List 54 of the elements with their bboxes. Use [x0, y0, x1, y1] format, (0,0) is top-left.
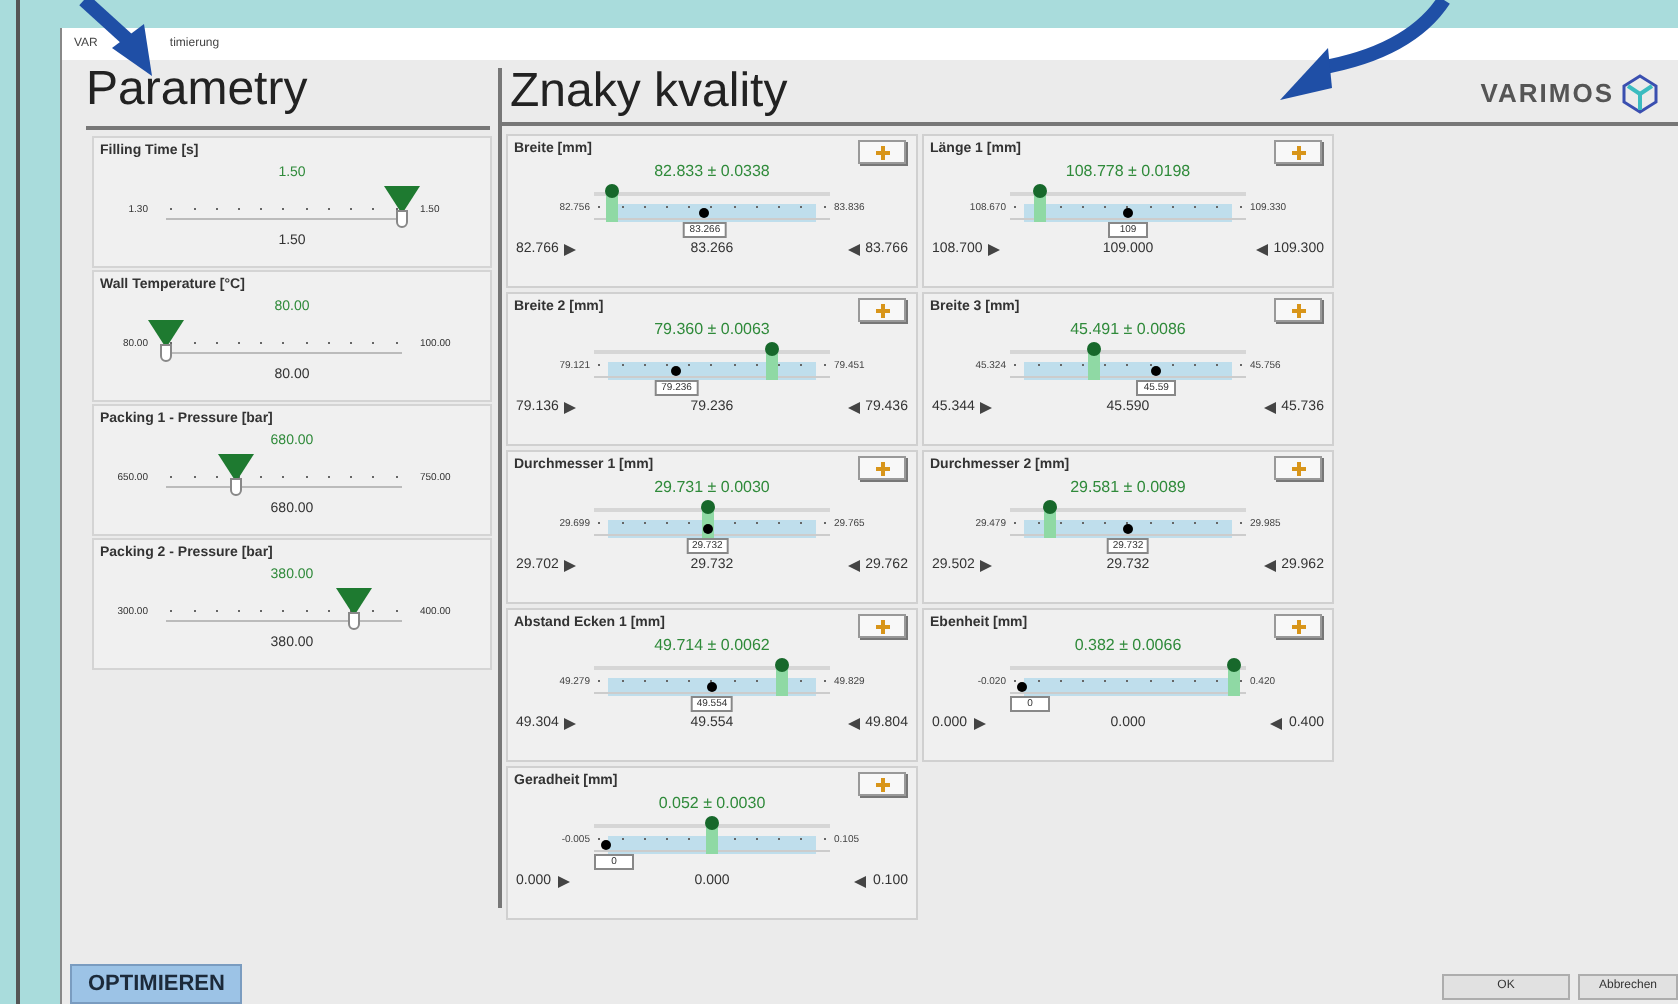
section-title: Znaky kvality [510, 62, 788, 122]
estimate-value: 45.491 ± 0.0086 [1070, 318, 1186, 342]
plus-icon [875, 619, 889, 633]
slider-thumb[interactable] [230, 478, 243, 496]
plus-icon [1291, 619, 1305, 633]
limit-arrow-icon [564, 718, 577, 731]
add-button[interactable] [1274, 614, 1322, 638]
plus-icon [875, 461, 889, 475]
estimate-value: 29.731 ± 0.0030 [654, 476, 770, 500]
limit-arrow-icon [980, 402, 993, 415]
limit-arrow-icon [564, 244, 577, 257]
logo-icon [1622, 74, 1658, 114]
add-button[interactable] [1274, 298, 1322, 322]
plus-icon [1291, 145, 1305, 159]
add-button[interactable] [1274, 456, 1322, 480]
estimate-value: 0.052 ± 0.0030 [658, 792, 766, 816]
plus-icon [875, 303, 889, 317]
slider-thumb[interactable] [396, 210, 408, 228]
limit-arrow-icon [564, 402, 577, 415]
estimate-value: 82.833 ± 0.0338 [654, 160, 770, 184]
add-button[interactable] [858, 614, 906, 638]
add-button[interactable] [858, 298, 906, 322]
add-button[interactable] [858, 456, 906, 480]
estimate-value: 49.714 ± 0.0062 [654, 634, 770, 658]
limit-arrow-icon [847, 560, 860, 573]
limit-arrow-icon [847, 718, 860, 731]
limit-arrow-icon [1263, 560, 1276, 573]
slider-thumb[interactable] [160, 344, 172, 362]
add-button[interactable] [1274, 140, 1322, 164]
plus-icon [875, 145, 889, 159]
limit-arrow-icon [854, 876, 867, 889]
estimate-value: 29.581 ± 0.0089 [1070, 476, 1186, 500]
limit-arrow-icon [847, 402, 860, 415]
limit-arrow-icon [1263, 402, 1276, 415]
section-title: Parametry [86, 60, 308, 120]
limit-arrow-icon [1270, 718, 1283, 731]
limit-arrow-icon [1255, 244, 1268, 257]
limit-arrow-icon [980, 560, 993, 573]
limit-arrow-icon [557, 876, 570, 889]
estimate-value: 79.360 ± 0.0063 [654, 318, 770, 342]
add-button[interactable] [858, 772, 906, 796]
limit-arrow-icon [564, 560, 577, 573]
limit-arrow-icon [973, 718, 986, 731]
estimate-value: 108.778 ± 0.0198 [1065, 160, 1191, 184]
slider-thumb[interactable] [348, 612, 361, 630]
plus-icon [875, 777, 889, 791]
estimate-value: 0.382 ± 0.0066 [1074, 634, 1182, 658]
limit-arrow-icon [847, 244, 860, 257]
plus-icon [1291, 303, 1305, 317]
logo-text: VARIMOS [1480, 76, 1614, 113]
limit-arrow-icon [988, 244, 1001, 257]
add-button[interactable] [858, 140, 906, 164]
plus-icon [1291, 461, 1305, 475]
optimize-button[interactable]: OPTIMIEREN [70, 964, 243, 1004]
